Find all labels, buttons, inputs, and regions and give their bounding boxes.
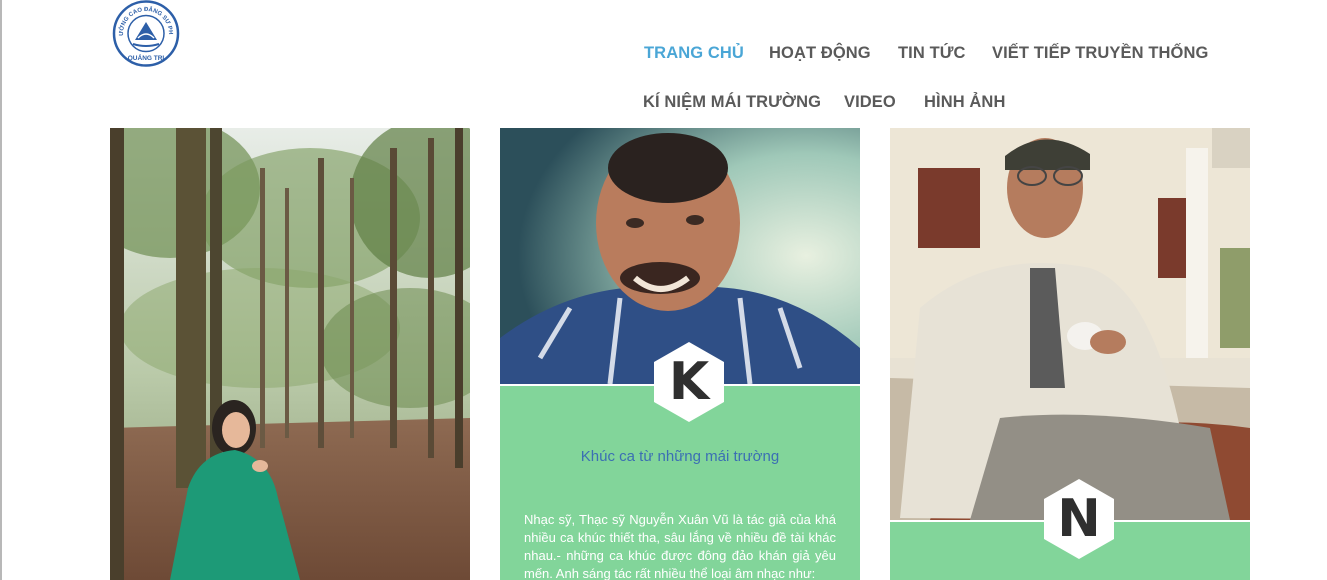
smiling-man-portrait-photo[interactable] (500, 128, 860, 384)
nav-item-images[interactable]: HÌNH ẢNH (924, 93, 1005, 112)
post-card-2[interactable]: K Khúc ca từ những mái trường Nhạc sỹ, T… (500, 128, 860, 580)
card-2-title[interactable]: Khúc ca từ những mái trường (500, 448, 860, 465)
nav-item-activities[interactable]: HOẠT ĐỘNG (769, 44, 871, 63)
post-card-3[interactable]: N (890, 128, 1250, 580)
woman-in-forest-photo[interactable] (110, 128, 470, 580)
card-2-excerpt: Nhạc sỹ, Thạc sỹ Nguyễn Xuân Vũ là tác g… (524, 512, 836, 580)
main-navigation: TRANG CHỦ HOẠT ĐỘNG TIN TỨC VIẾT TIẾP TR… (0, 0, 1327, 120)
nav-item-video[interactable]: VIDEO (844, 93, 896, 112)
nav-item-tradition[interactable]: VIẾT TIẾP TRUYỀN THỐNG (992, 44, 1208, 63)
nav-item-home[interactable]: TRANG CHỦ (644, 44, 744, 63)
nav-item-memories[interactable]: KÍ NIỆM MÁI TRƯỜNG (643, 93, 821, 112)
post-card-1[interactable] (110, 128, 470, 580)
nav-item-news[interactable]: TIN TỨC (898, 44, 966, 63)
man-with-cup-photo[interactable] (890, 128, 1250, 520)
